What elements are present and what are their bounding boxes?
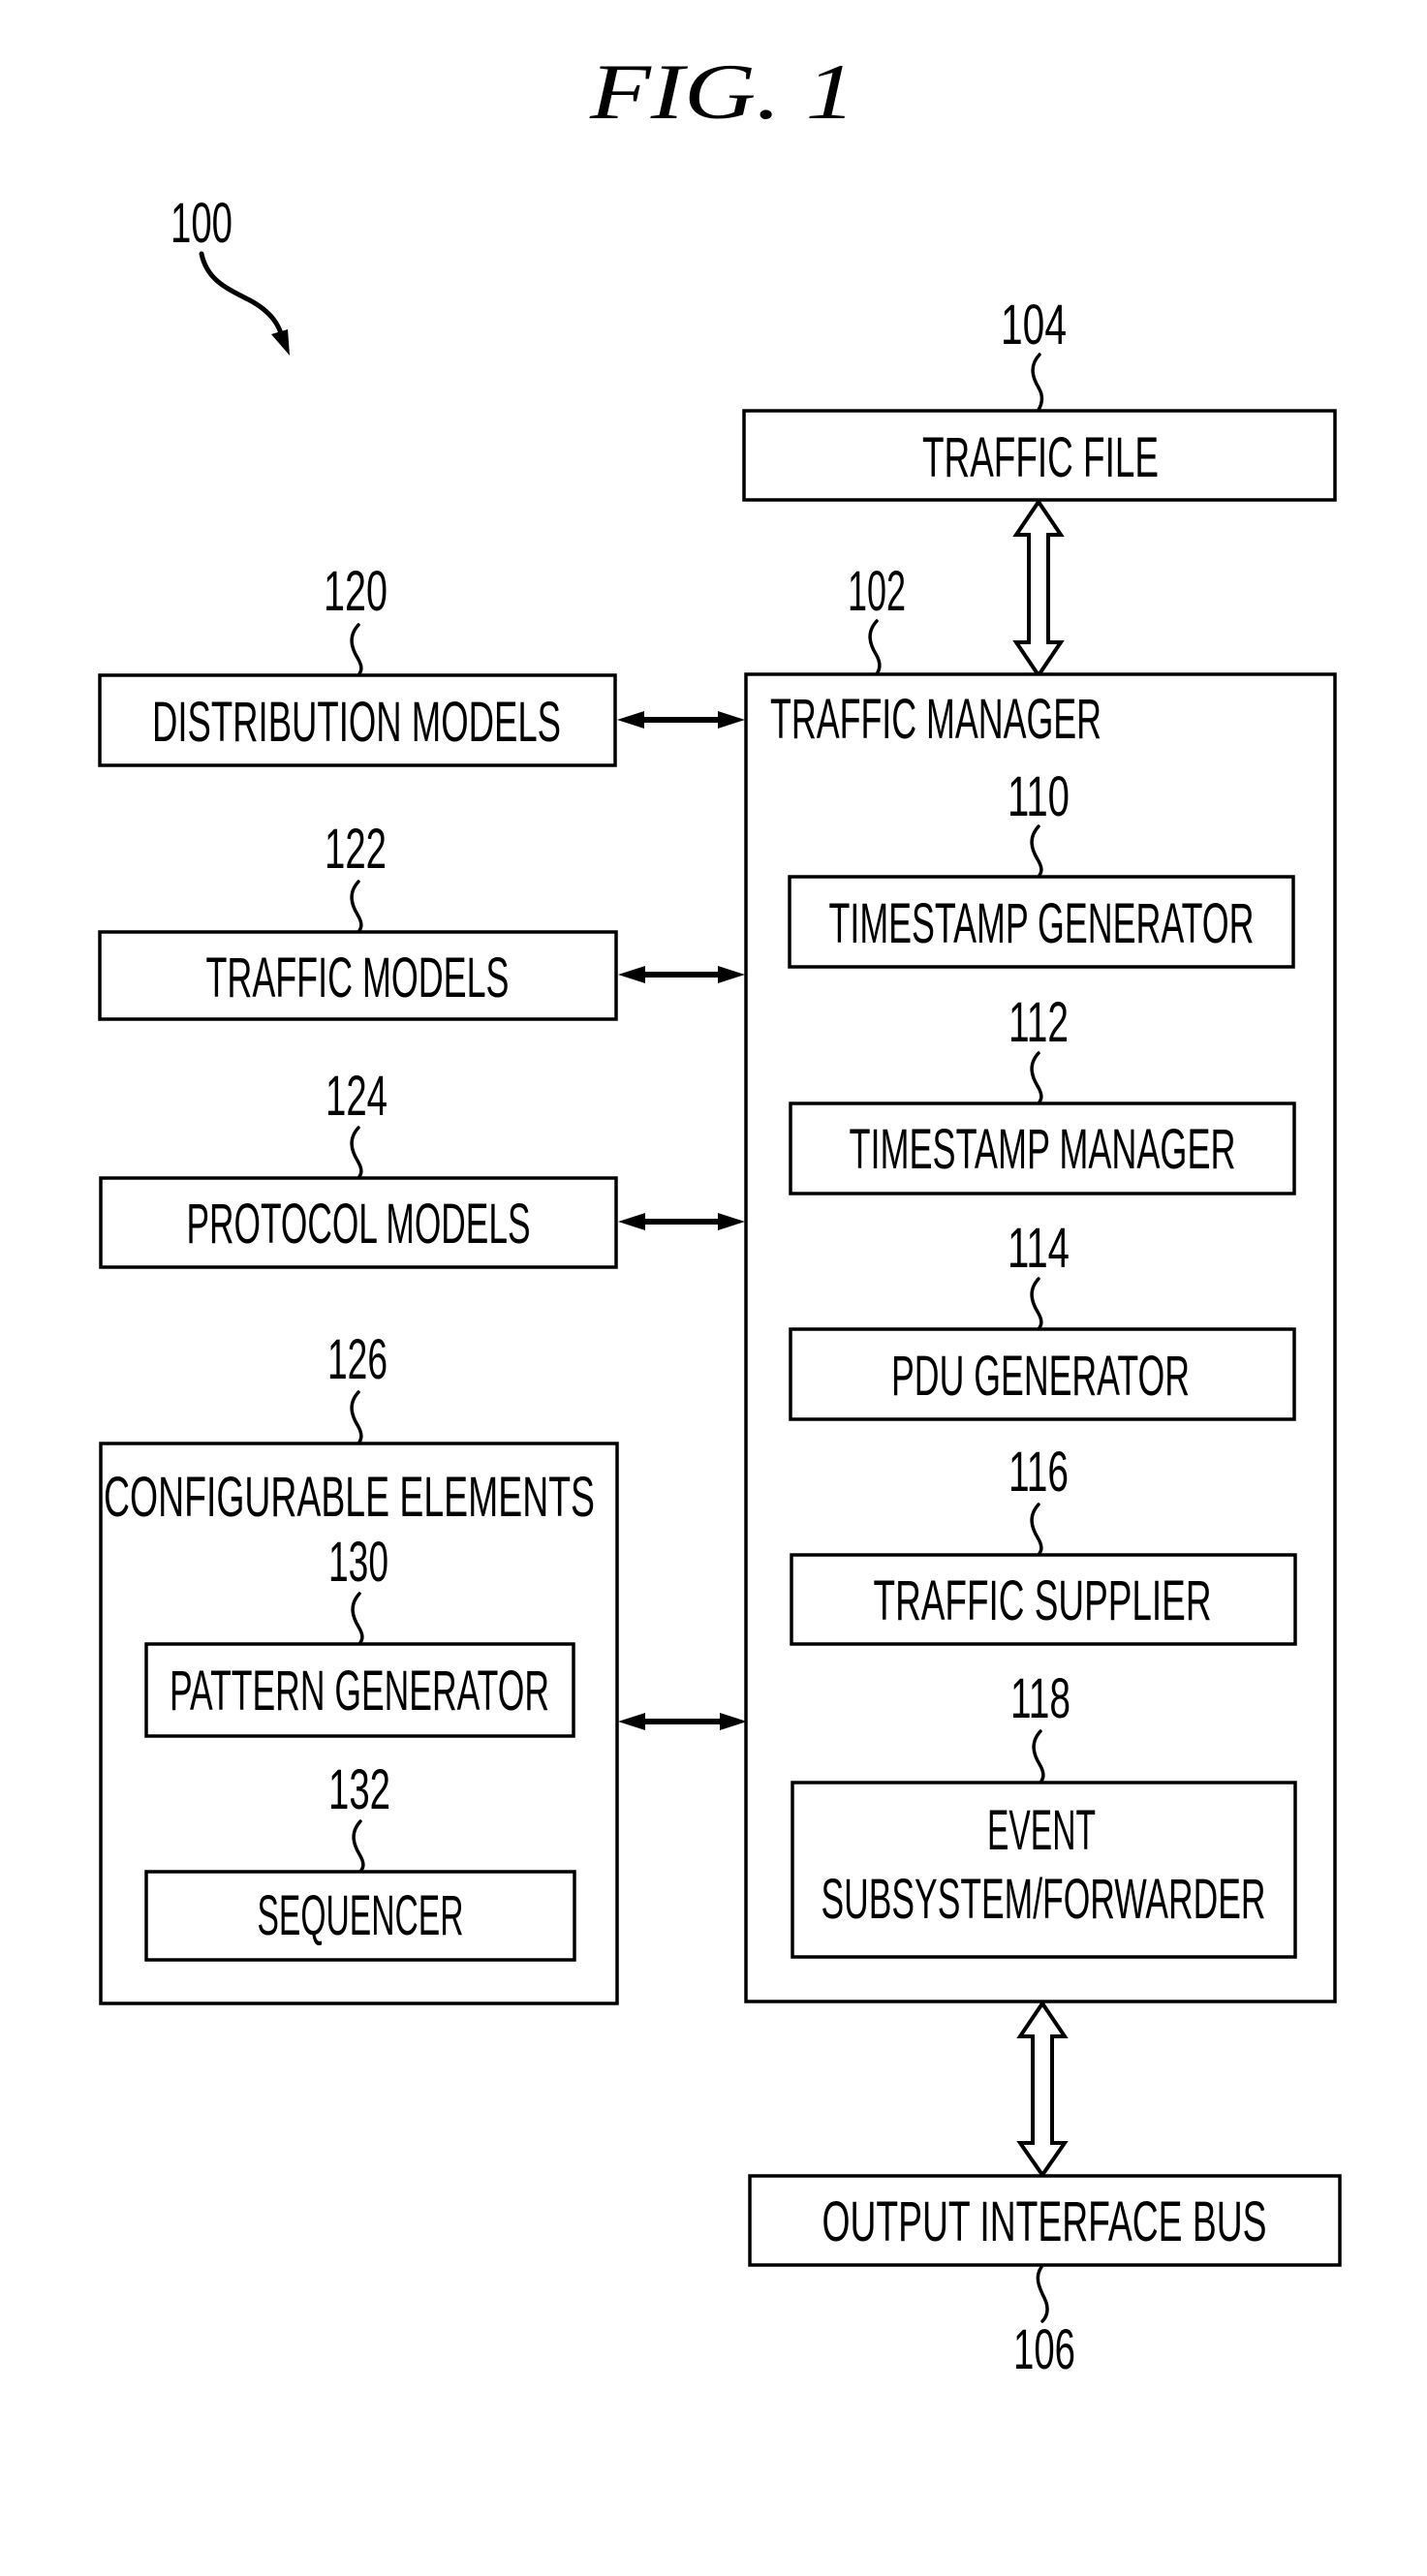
traffic-supplier-block[interactable]: TRAFFIC SUPPLIER [790,1553,1297,1646]
timestamp-generator-ref: 110 [1008,765,1070,828]
protocol-models-connector [618,1213,745,1230]
traffic-supplier-label: TRAFFIC SUPPLIER [874,1569,1212,1632]
pattern-generator-ref: 130 [328,1531,388,1594]
sequencer-ref: 132 [328,1758,390,1821]
protocol-models-ref: 124 [326,1065,388,1128]
protocol-models-block[interactable]: PROTOCOL MODELS [99,1176,618,1269]
distribution-models-label: DISTRIBUTION MODELS [152,691,561,754]
output-interface-bus-label: OUTPUT INTERFACE BUS [822,2190,1267,2253]
pattern-generator-label: PATTERN GENERATOR [170,1660,549,1723]
protocol-models-label: PROTOCOL MODELS [187,1193,531,1256]
pdu-generator-block[interactable]: PDU GENERATOR [789,1327,1296,1421]
figure-title: FIG. 1 [589,47,855,136]
traffic-models-ref: 122 [325,818,387,881]
distribution-models-block[interactable]: DISTRIBUTION MODELS [98,673,617,767]
protocol-models-leader [350,1126,363,1180]
system-ref-label: 100 [171,192,233,255]
event-forwarder-ref: 118 [1010,1667,1070,1730]
traffic-file-label: TRAFFIC FILE [922,426,1159,489]
traffic-models-label: TRAFFIC MODELS [206,947,510,1009]
system-ref-arrowhead [271,329,290,356]
configurable-elements-leader [350,1390,363,1445]
output-interface-bus-block[interactable]: OUTPUT INTERFACE BUS [748,2174,1342,2267]
distribution-models-ref: 120 [324,560,388,623]
traffic-manager-ref: 102 [848,560,906,623]
timestamp-manager-label: TIMESTAMP MANAGER [850,1118,1236,1181]
traffic-models-block[interactable]: TRAFFIC MODELS [98,930,618,1021]
distribution-models-leader [350,623,363,677]
traffic-models-leader [350,880,363,934]
manager-output-bus-arrow [1016,2000,1069,2179]
output-interface-bus-leader [1036,2265,1049,2323]
event-forwarder-label-line1: EVENT [987,1799,1096,1862]
configurable-elements-ref: 126 [327,1328,388,1391]
traffic-models-connector [618,966,745,983]
timestamp-generator-label: TIMESTAMP GENERATOR [829,892,1255,955]
block-diagram: FIG. 1 100 104 TRAFFIC FILE 102 TRAFFIC … [98,47,1342,2381]
traffic-file-ref: 104 [1001,294,1067,357]
configurable-elements-connector [618,1713,747,1730]
sequencer-block[interactable]: SEQUENCER [144,1870,576,1962]
pattern-generator-block[interactable]: PATTERN GENERATOR [144,1642,575,1738]
traffic-file-block[interactable]: TRAFFIC FILE [742,409,1337,502]
event-forwarder-label-line2: SUBSYSTEM/FORWARDER [822,1868,1266,1931]
configurable-elements-label: CONFIGURABLE ELEMENTS [104,1466,595,1529]
pdu-generator-label: PDU GENERATOR [891,1345,1190,1408]
event-forwarder-block[interactable]: EVENT SUBSYSTEM/FORWARDER [791,1781,1297,1959]
timestamp-generator-block[interactable]: TIMESTAMP GENERATOR [788,875,1295,969]
traffic-supplier-ref: 116 [1008,1441,1069,1504]
traffic-manager-leader [868,619,882,676]
traffic-file-leader [1031,353,1044,412]
traffic-file-manager-arrow [1012,498,1065,679]
traffic-manager-label: TRAFFIC MANAGER [770,688,1101,751]
output-interface-bus-ref: 106 [1013,2318,1075,2381]
pdu-generator-ref: 114 [1008,1217,1070,1280]
sequencer-label: SEQUENCER [258,1884,464,1947]
distribution-models-connector [617,711,745,729]
timestamp-manager-block[interactable]: TIMESTAMP MANAGER [789,1102,1296,1195]
system-ref-arrow [199,251,286,342]
timestamp-manager-ref: 112 [1008,991,1069,1054]
